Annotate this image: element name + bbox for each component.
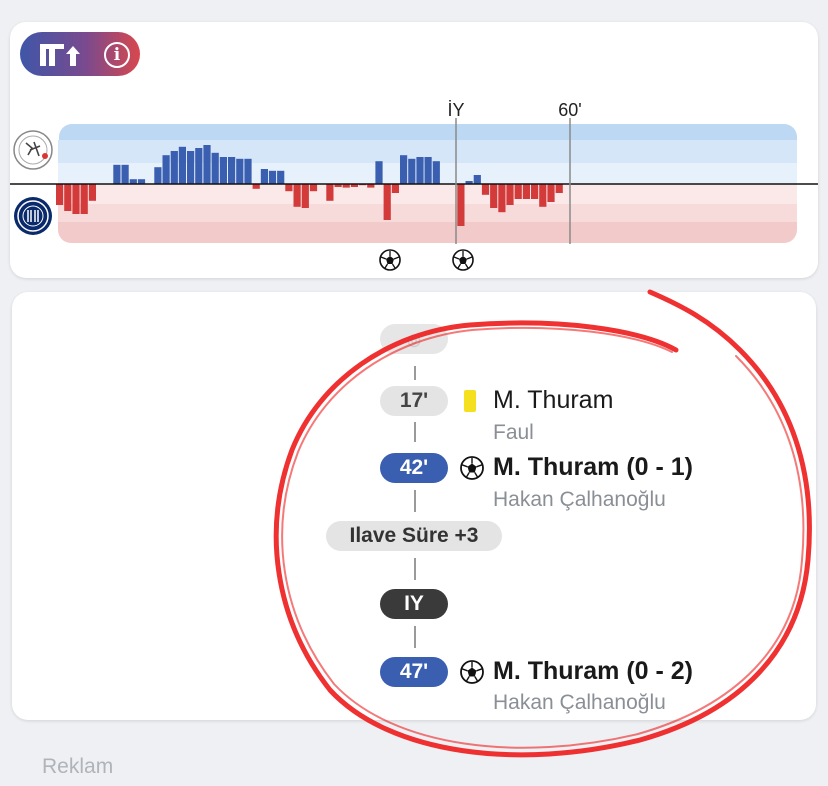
away-momentum-bar	[514, 184, 522, 199]
timeline-connector	[414, 626, 416, 648]
away-momentum-bar	[555, 184, 563, 193]
away-momentum-bar	[80, 184, 88, 214]
soccer-ball-icon	[460, 456, 484, 480]
home-momentum-bar	[244, 158, 252, 184]
event-minute-pill[interactable]: 47'	[380, 657, 448, 687]
soccer-ball-icon	[460, 660, 484, 684]
home-momentum-bar	[473, 175, 481, 184]
away-momentum-bar	[383, 184, 391, 220]
home-momentum-bar	[416, 157, 424, 184]
home-momentum-bar	[219, 157, 227, 184]
whistle-icon: ◎	[407, 332, 421, 349]
event-detail: Hakan Çalhanoğlu	[493, 488, 666, 511]
away-momentum-bar	[481, 184, 490, 195]
home-momentum-bar	[432, 161, 440, 184]
home-momentum-bar	[121, 164, 129, 184]
away-momentum-bar	[457, 184, 465, 226]
event-minute-pill[interactable]: 42'	[380, 453, 448, 483]
momentum-chart: İY 60'	[10, 100, 818, 271]
home-momentum-bar	[424, 157, 432, 184]
home-momentum-bar	[178, 146, 186, 184]
home-momentum-bar	[236, 158, 244, 184]
away-momentum-bar	[72, 184, 80, 214]
soccer-ball-icon	[379, 249, 401, 271]
away-momentum-bar	[547, 184, 555, 202]
sixty-marker-label: 60'	[558, 100, 581, 120]
away-momentum-bar	[293, 184, 301, 207]
away-momentum-bar	[285, 184, 293, 192]
kickoff-pill: ◎	[380, 324, 448, 354]
ajax-crest-icon	[13, 130, 53, 170]
home-momentum-bar	[154, 167, 162, 184]
home-momentum-bar	[203, 145, 211, 184]
away-band	[58, 184, 797, 243]
home-momentum-bar	[400, 155, 408, 184]
timeline-connector	[414, 558, 416, 580]
home-momentum-bar	[113, 164, 121, 184]
home-momentum-bar	[170, 151, 178, 184]
event-detail: Faul	[493, 421, 534, 444]
timeline-connector	[414, 422, 416, 442]
away-momentum-bar	[326, 184, 334, 201]
yellow-card-icon	[464, 390, 476, 412]
momentum-card: i İY 60'	[10, 22, 818, 278]
timeline-connector	[414, 490, 416, 512]
away-momentum-bar	[498, 184, 506, 213]
away-momentum-bar	[539, 184, 547, 207]
away-momentum-bar	[522, 184, 530, 199]
event-detail: Hakan Çalhanoğlu	[493, 691, 666, 714]
ad-label: Reklam	[42, 755, 114, 778]
away-momentum-bar	[490, 184, 498, 208]
home-momentum-bar	[228, 157, 236, 184]
halftime-marker-label: İY	[447, 100, 464, 120]
home-momentum-bar	[162, 155, 170, 184]
home-momentum-bar	[187, 151, 195, 184]
event-minute-pill[interactable]: 17'	[380, 386, 448, 416]
home-momentum-bar	[211, 152, 219, 184]
home-momentum-bar	[375, 161, 383, 184]
added-time-pill: Ilave Süre +3	[326, 521, 502, 551]
home-momentum-bar	[408, 158, 416, 184]
home-momentum-bar	[277, 170, 285, 184]
away-momentum-bar	[309, 184, 318, 192]
away-momentum-bar	[64, 184, 72, 211]
event-player[interactable]: M. Thuram (0 - 1)	[493, 453, 693, 482]
event-player[interactable]: M. Thuram (0 - 2)	[493, 657, 693, 686]
away-momentum-bar	[506, 184, 514, 205]
home-momentum-bar	[195, 148, 203, 184]
soccer-ball-icon	[452, 249, 474, 271]
event-player[interactable]: M. Thuram	[493, 386, 613, 415]
home-momentum-bar	[260, 169, 268, 184]
away-momentum-bar	[88, 184, 96, 201]
inter-crest-icon	[14, 197, 52, 235]
away-momentum-bar	[391, 184, 399, 193]
away-momentum-bar	[301, 184, 309, 208]
home-momentum-bar	[268, 170, 277, 184]
away-momentum-bar	[531, 184, 539, 199]
match-events-card: ◎ 17' M. Thuram Faul 42' M. Thuram (0 - …	[12, 292, 816, 720]
timeline-connector	[414, 366, 416, 380]
half-time-pill: IY	[380, 589, 448, 619]
away-momentum-bar	[56, 184, 64, 205]
